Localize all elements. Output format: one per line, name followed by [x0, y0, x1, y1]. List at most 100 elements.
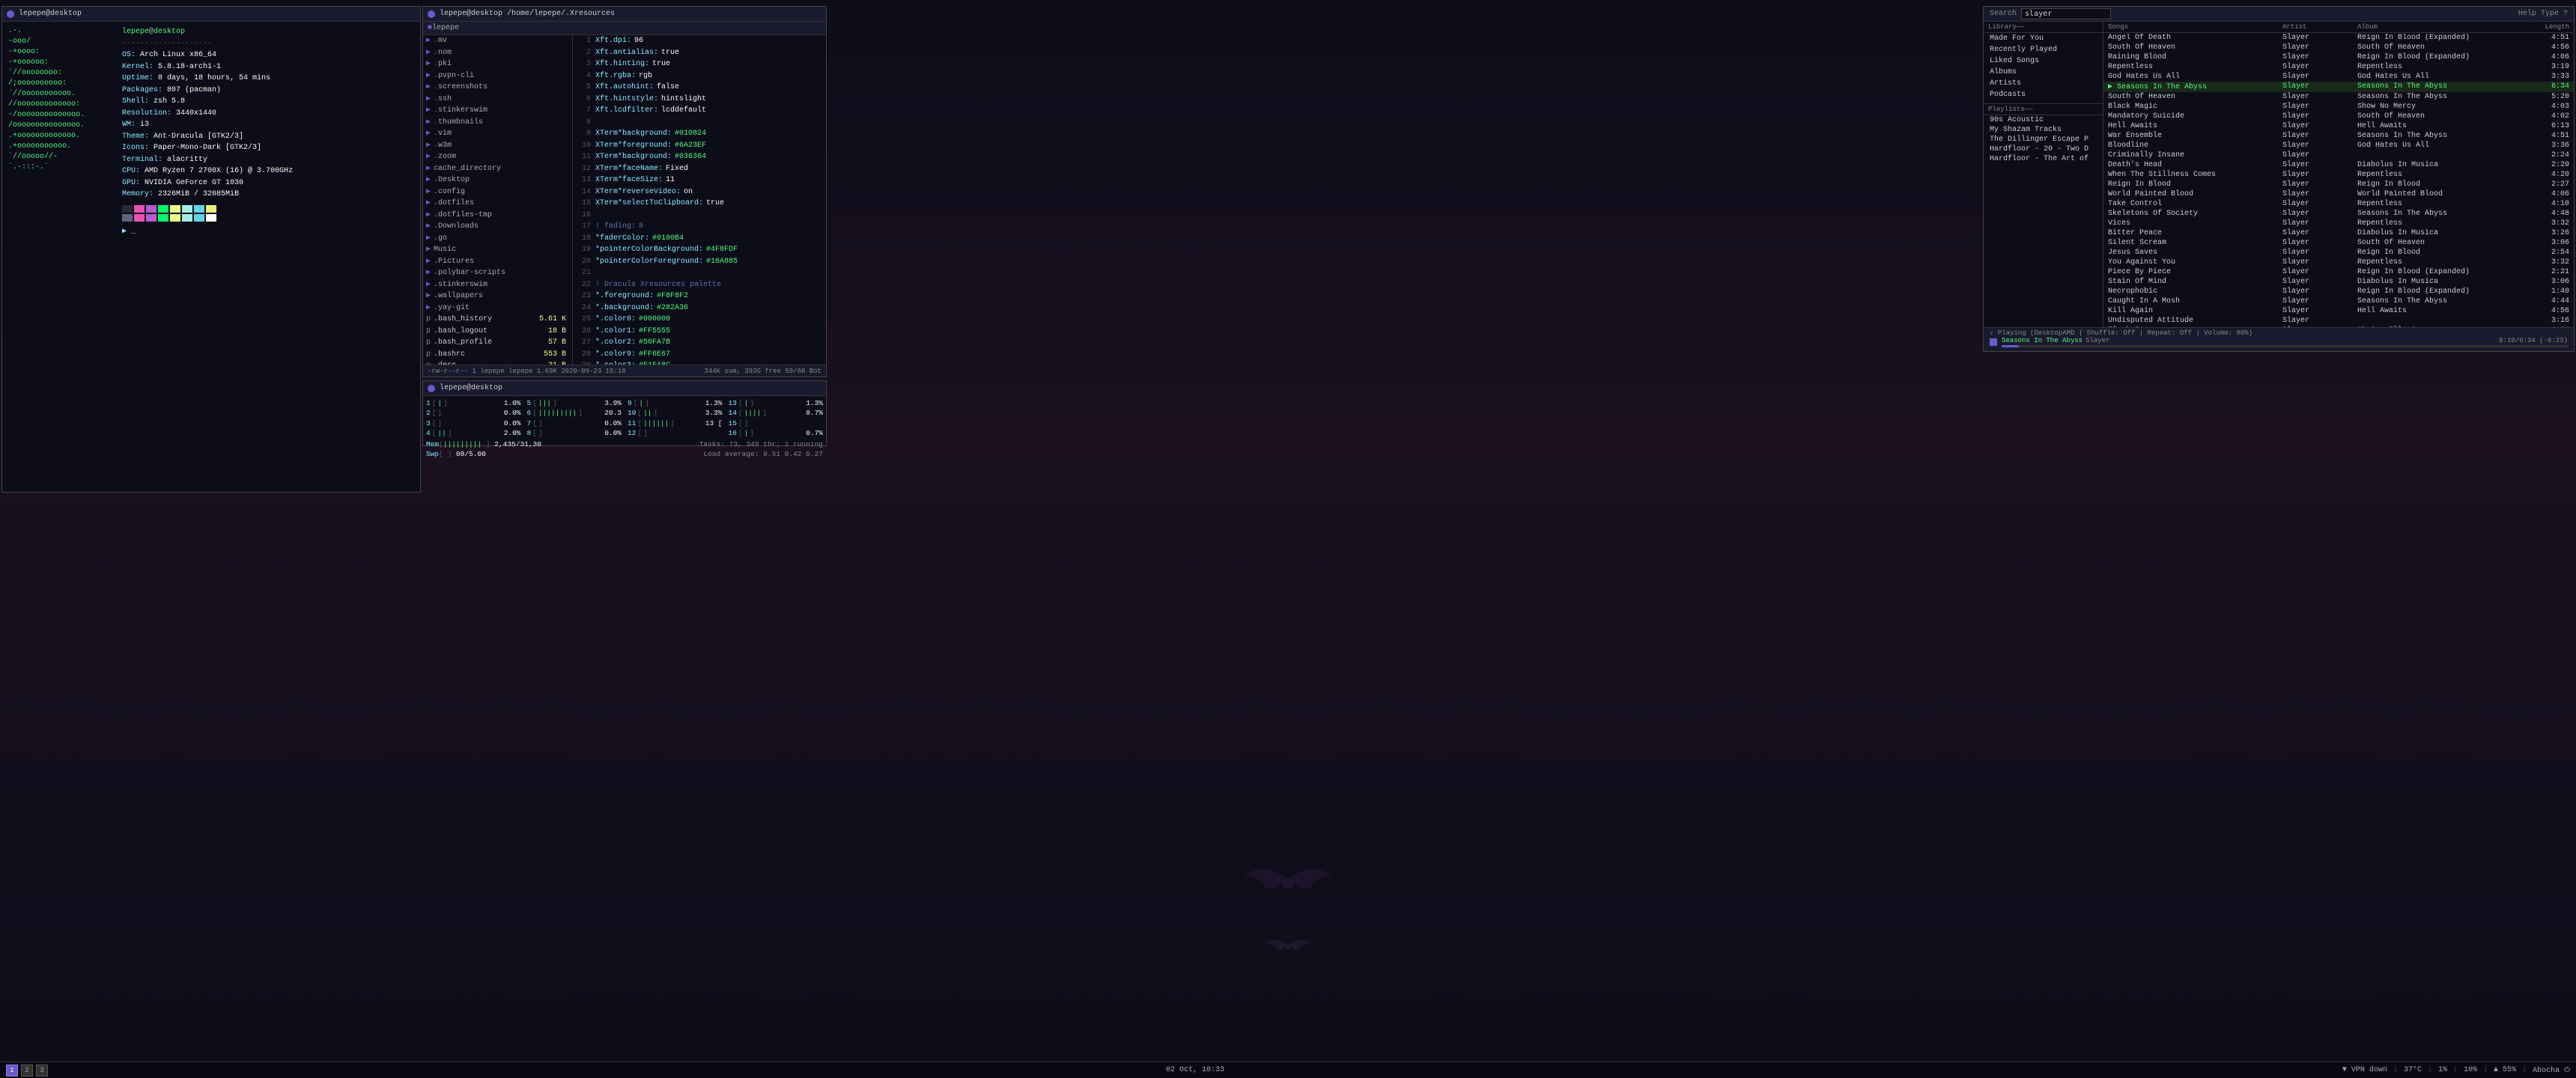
mp-playlist-hardfloor2[interactable]: Hardfloor - The Art of: [1984, 154, 2103, 164]
fm-item-zoom[interactable]: ▶.zoom: [423, 151, 572, 163]
fm-item-bash-history[interactable]: p.bash_history5.61 K: [423, 314, 572, 326]
mp-searchbar: Search Help Type ?: [1984, 7, 2574, 22]
mp-progress-bar[interactable]: [2002, 345, 2568, 347]
mp-track-black-magic[interactable]: Black MagicSlayerShow No Mercy4:03: [2103, 102, 2574, 112]
mem-usage: 10%: [2464, 1066, 2477, 1074]
mp-track-deaths-head[interactable]: Death's HeadSlayerDiabolus In Musica2:29: [2103, 160, 2574, 170]
mp-lib-podcasts[interactable]: Podcasts: [1984, 89, 2103, 100]
cpu-temp: 37°C: [2404, 1066, 2422, 1074]
mp-track-seasons[interactable]: ▶ Seasons In The AbyssSlayerSeasons In T…: [2103, 82, 2574, 92]
mp-playlist-hardfloor1[interactable]: Hardfloor - 20 - Two D: [1984, 144, 2103, 154]
fm-item-mv[interactable]: ▶.mv: [423, 35, 572, 47]
mp-search-input[interactable]: [2021, 8, 2111, 19]
workspace-2[interactable]: 2: [21, 1065, 33, 1077]
mp-track-war-ensemble[interactable]: War EnsembleSlayerSeasons In The Abyss4:…: [2103, 131, 2574, 141]
fm-item-ssh[interactable]: ▶.ssh: [423, 94, 572, 106]
fm-item-dotfiles-tmp[interactable]: ▶.dotfiles-tmp: [423, 210, 572, 222]
mp-track-wpb[interactable]: World Painted BloodSlayerWorld Painted B…: [2103, 189, 2574, 199]
htop-title: lepepe@desktop: [440, 384, 502, 392]
mp-track-you-against[interactable]: You Against YouSlayerRepentless3:32: [2103, 258, 2574, 267]
mp-playlist-shazam[interactable]: My Shazam Tracks: [1984, 125, 2103, 135]
fm-item-screenshots[interactable]: ▶.screenshots: [423, 82, 572, 94]
titlebar-icon: [7, 10, 14, 18]
mp-lib-recently-played[interactable]: Recently Played: [1984, 44, 2103, 55]
mp-track-flesh[interactable]: Flesh StormSlayerChrist Illusion4:14: [2103, 326, 2574, 327]
fm-path-bar: ■ lepepe: [423, 22, 826, 35]
mp-track-stain[interactable]: Stain Of MindSlayerDiabolus In Musica3:0…: [2103, 277, 2574, 287]
mp-tracklist: Songs Artist Album Length Angel Of Death…: [2103, 22, 2574, 327]
fm-item-downloads[interactable]: ▶.Downloads: [423, 221, 572, 233]
mp-track-south-seasons[interactable]: South Of HeavenSlayerSeasons In The Abys…: [2103, 92, 2574, 102]
mp-tracks-scroll[interactable]: Angel Of DeathSlayerReign In Blood (Expa…: [2103, 33, 2574, 327]
fm-item-w3m[interactable]: ▶.w3m: [423, 140, 572, 152]
mp-playing-status: ♪ Playing (DesktopAMD | Shuffle: Off | R…: [1990, 329, 2253, 337]
mp-track-necrophobic[interactable]: NecrophobicSlayerReign In Blood (Expande…: [2103, 287, 2574, 296]
mp-track-bloodline[interactable]: BloodlineSlayerGod Hates Us All3:36: [2103, 141, 2574, 150]
fm-item-vim[interactable]: ▶.vim: [423, 128, 572, 140]
mp-track-kill-again[interactable]: Kill AgainSlayerHell Awaits4:56: [2103, 306, 2574, 316]
mp-track-undisputed[interactable]: Undisputed AttitudeSlayer3:16: [2103, 316, 2574, 326]
fm-xresources-window: lepepe@desktop /home/lepepe/.Xresources …: [422, 6, 827, 377]
fm-item-stinker[interactable]: ▶.stinkerswim: [423, 105, 572, 117]
mp-track-criminally[interactable]: Criminally InsaneSlayer2:24: [2103, 150, 2574, 160]
fm-xresources-titlebar: lepepe@desktop /home/lepepe/.Xresources: [423, 7, 826, 22]
fm-statusbar: -rw-r--r-- 1 lepepe lepepe 1.69K 2020-09…: [423, 365, 826, 377]
fm-item-cache[interactable]: ▶cache_directory: [423, 163, 572, 175]
fm-xresources-title: lepepe@desktop /home/lepepe/.Xresources: [440, 10, 615, 18]
mp-track-piece[interactable]: Piece By PieceSlayerReign In Blood (Expa…: [2103, 267, 2574, 277]
fm-item-desktop[interactable]: ▶.Desktop: [423, 174, 572, 186]
fm-item-config[interactable]: ▶.config: [423, 186, 572, 198]
xresources-content[interactable]: 1Xft.dpi:96 2Xft.antialias:true 3Xft.hin…: [573, 35, 826, 365]
mp-track-raining[interactable]: Raining BloodSlayerReign In Blood (Expan…: [2103, 52, 2574, 62]
fm-item-bash-logout[interactable]: p.bash_logout18 B: [423, 326, 572, 338]
fm-item-stinker2[interactable]: ▶.stinkerswim: [423, 279, 572, 291]
fm-item-wallpapers[interactable]: ▶.wallpapers: [423, 290, 572, 302]
fm-item-music[interactable]: ▶Music: [423, 244, 572, 256]
fm-item-derc[interactable]: o.derc21 B: [423, 360, 572, 365]
htop-titlebar: lepepe@desktop: [423, 381, 826, 396]
terminal-neofetch-title: lepepe@desktop: [19, 10, 82, 18]
fm-item-yay[interactable]: ▶.yay-git: [423, 302, 572, 314]
mp-track-take-control[interactable]: Take ControlSlayerRepentless4:10: [2103, 199, 2574, 209]
fm-item-pvpn[interactable]: ▶.pvpn-cli: [423, 70, 572, 82]
mp-track-reign-blood[interactable]: Reign In BloodSlayerReign In Blood2:27: [2103, 180, 2574, 189]
neofetch-info: lepepe@desktop -------------------- OS: …: [122, 26, 293, 487]
mp-track-angel[interactable]: Angel Of DeathSlayerReign In Blood (Expa…: [2103, 33, 2574, 43]
fm-stats: 344K sum, 393G free 59/68 Bot: [704, 368, 821, 375]
mp-track-caught[interactable]: Caught In A MoshSlayerSeasons In The Aby…: [2103, 296, 2574, 306]
fm-left-pane[interactable]: ▶.mv ▶.nom ▶.pki ▶.pvpn-cli ▶.screenshot…: [423, 35, 573, 365]
workspace-1[interactable]: 1: [6, 1065, 18, 1077]
power-icon[interactable]: Abocha ⏻: [2533, 1066, 2570, 1075]
mp-track-stillness[interactable]: When The Stillness ComesSlayerRepentless…: [2103, 170, 2574, 180]
mp-track-bitter[interactable]: Bitter PeaceSlayerDiabolus In Musica3:26: [2103, 228, 2574, 238]
fm-item-thumb[interactable]: ▶.thumbnails: [423, 117, 572, 129]
workspace-3[interactable]: 3: [36, 1065, 48, 1077]
mp-lib-albums[interactable]: Albums: [1984, 67, 2103, 78]
mp-lib-artists[interactable]: Artists: [1984, 78, 2103, 89]
mp-track-god-hates[interactable]: God Hates Us AllSlayerGod Hates Us All3:…: [2103, 72, 2574, 82]
mp-track-vices[interactable]: VicesSlayerRepentless3:32: [2103, 219, 2574, 228]
fm-item-pictures[interactable]: ▶.Pictures: [423, 256, 572, 268]
fm-item-go[interactable]: ▶.go: [423, 233, 572, 245]
mp-track-header: Songs Artist Album Length: [2103, 22, 2574, 33]
fm-item-bashrc[interactable]: p.bashrc553 B: [423, 349, 572, 361]
mp-playlist-dillinger[interactable]: The Dillinger Escape P: [1984, 135, 2103, 144]
mp-track-skeletons[interactable]: Skeletons Of SocietySlayerSeasons In The…: [2103, 209, 2574, 219]
titlebar-icon-2: [428, 10, 435, 18]
mp-lib-liked[interactable]: Liked Songs: [1984, 55, 2103, 67]
mp-track-mandatory[interactable]: Mandatory SuicideSlayerSouth Of Heaven4:…: [2103, 112, 2574, 121]
fm-item-pki[interactable]: ▶.pki: [423, 58, 572, 70]
mp-track-silent[interactable]: Silent ScreamSlayerSouth Of Heaven3:06: [2103, 238, 2574, 248]
fm-item-bash-profile[interactable]: p.bash_profile57 B: [423, 337, 572, 349]
mp-track-south-heaven[interactable]: South Of HeavenSlayerSouth Of Heaven4:56: [2103, 43, 2574, 52]
mp-track-jesus[interactable]: Jesus SavesSlayerReign In Blood2:54: [2103, 248, 2574, 258]
taskbar-datetime: 02 Oct, 10:33: [1166, 1066, 1224, 1074]
mp-track-repentless[interactable]: RepentlessSlayerRepentless3:19: [2103, 62, 2574, 72]
fm-item-polybar[interactable]: ▶.polybar-scripts: [423, 267, 572, 279]
fm-item-nom[interactable]: ▶.nom: [423, 47, 572, 59]
mp-lib-made-for-you[interactable]: Made For You: [1984, 33, 2103, 44]
fm-item-dotfiles[interactable]: ▶.dotfiles: [423, 198, 572, 210]
mp-playlist-90s[interactable]: 90s Acoustic: [1984, 115, 2103, 125]
mp-track-hell-awaits[interactable]: Hell AwaitsSlayerHell Awaits6:13: [2103, 121, 2574, 131]
neofetch-art: .-. -ooo/ -+oooo: -+oooooo: `//oooooooo:…: [8, 26, 113, 487]
